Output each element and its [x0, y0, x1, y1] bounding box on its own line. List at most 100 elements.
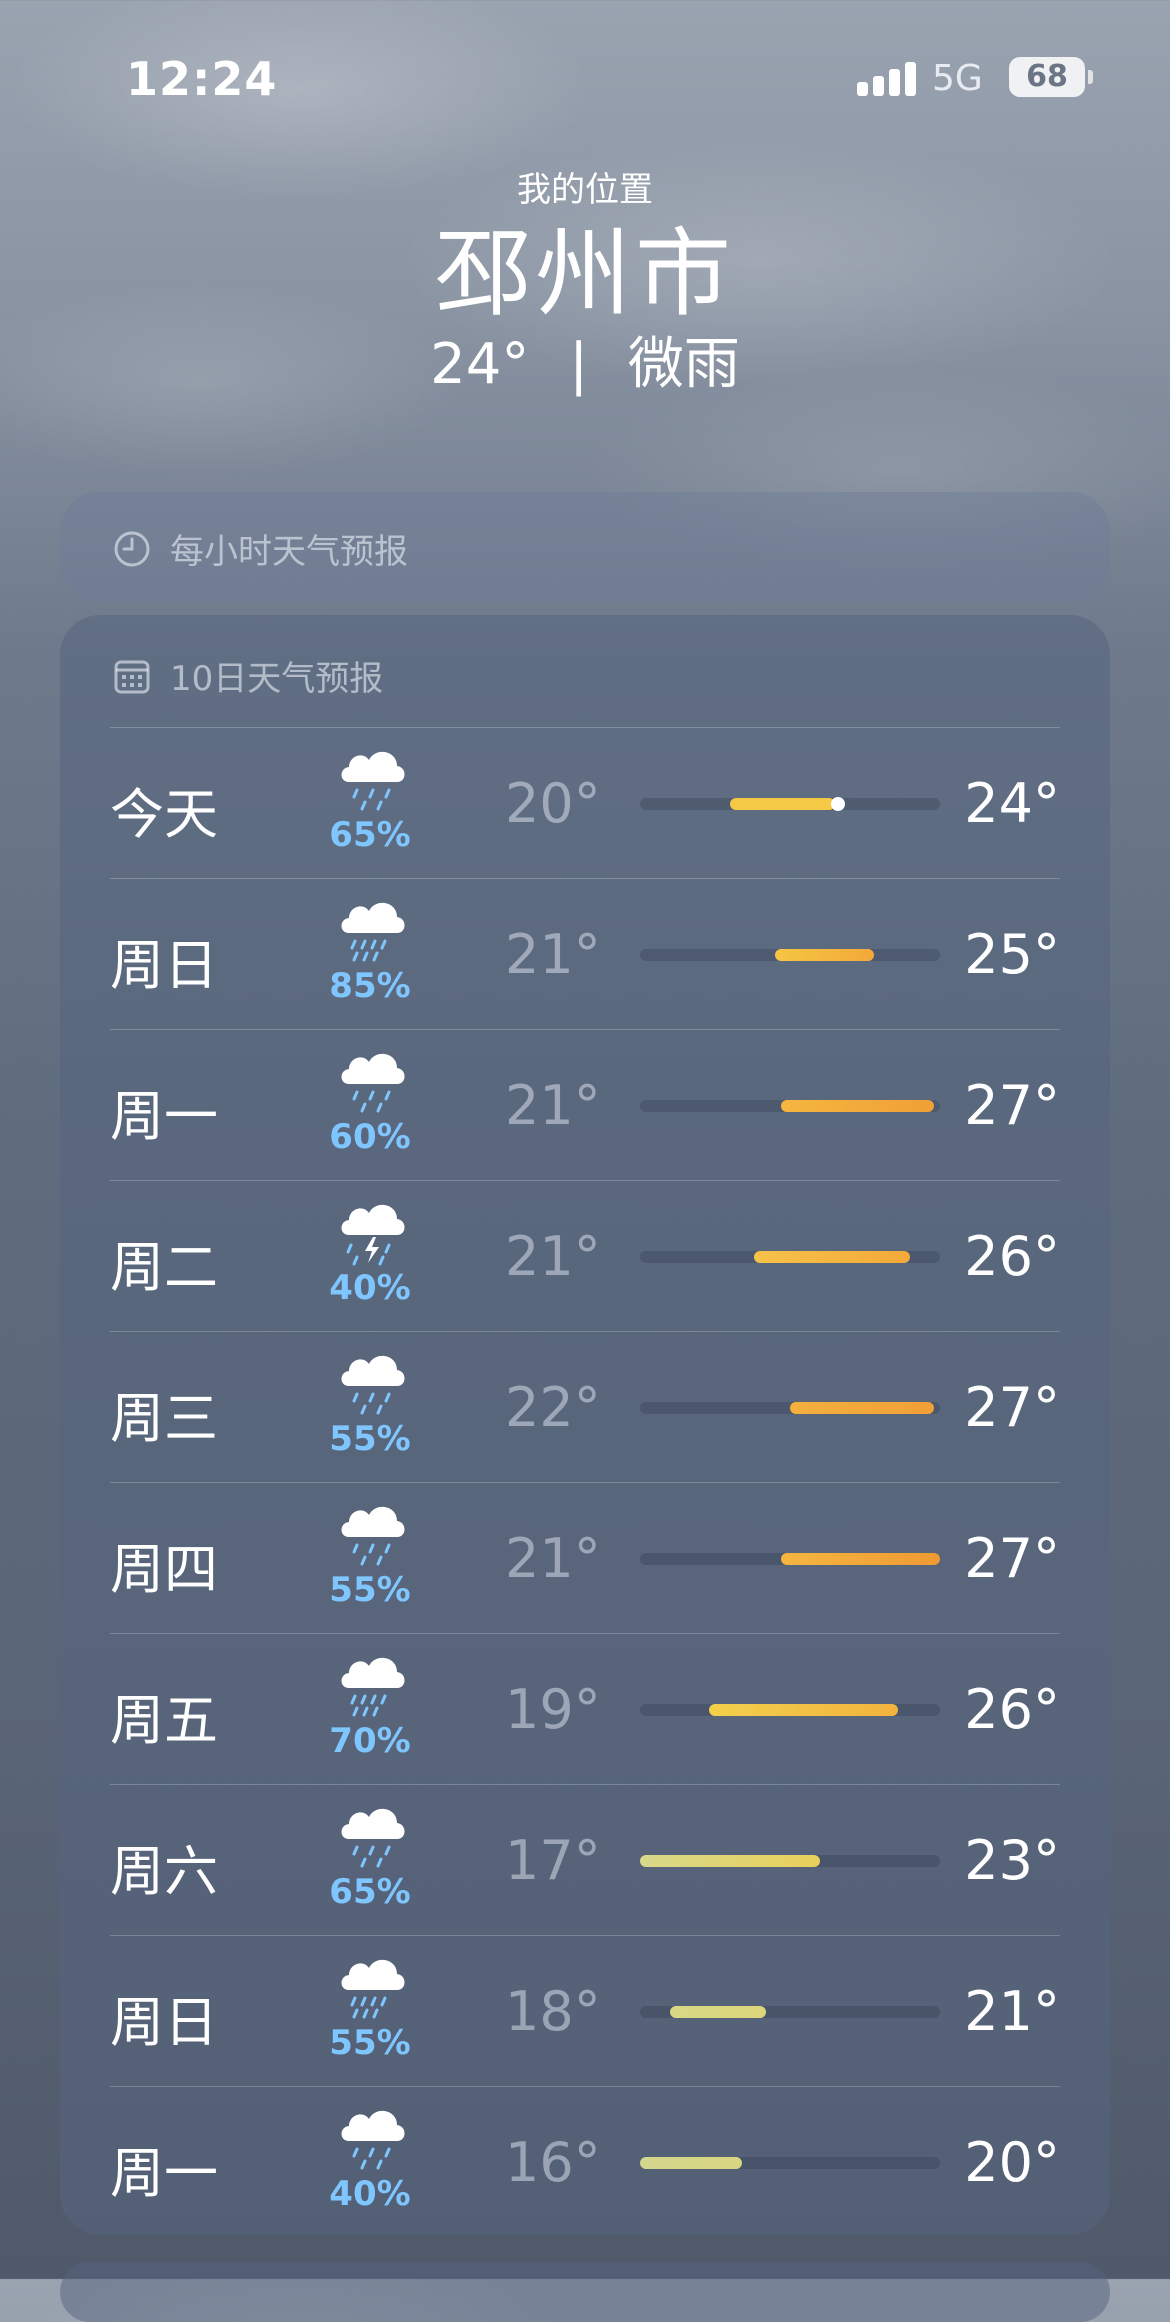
temperature-range-bar	[640, 2006, 940, 2018]
temperature-range-fill	[730, 798, 835, 810]
precipitation-chance: 55%	[329, 2023, 411, 2063]
precipitation-chance: 85%	[329, 966, 411, 1006]
temperature-range-fill	[709, 1704, 898, 1716]
low-temperature: 18°	[505, 1980, 601, 2043]
precipitation-chance: 40%	[329, 1268, 411, 1308]
temperature-range-bar	[640, 1855, 940, 1867]
forecast-day: 周二	[110, 1236, 218, 1299]
forecast-row[interactable]: 周二 40% 21° 26°	[110, 1180, 1060, 1331]
hourly-forecast-card[interactable]: 每小时天气预报	[60, 492, 1110, 602]
cloud-rain-icon	[341, 1053, 405, 1113]
cloud-rain-icon	[341, 2110, 405, 2170]
high-temperature: 27°	[964, 1527, 1060, 1590]
status-bar: 12:24 5G 68	[0, 0, 1170, 150]
cloud-heavy-rain-icon	[341, 1959, 405, 2019]
temperature-range-fill	[640, 1855, 820, 1867]
network-type: 5G	[932, 58, 983, 99]
precipitation-chance: 65%	[329, 815, 411, 855]
low-temperature: 22°	[505, 1376, 601, 1439]
high-temperature: 23°	[964, 1829, 1060, 1892]
temperature-range-fill	[754, 1251, 910, 1263]
temperature-range-fill	[781, 1100, 934, 1112]
current-temperature: 24°	[430, 332, 530, 397]
temperature-range-bar	[640, 797, 940, 811]
temperature-range-bar	[640, 949, 940, 961]
low-temperature: 19°	[505, 1678, 601, 1741]
temperature-range-fill	[781, 1553, 940, 1565]
high-temperature: 21°	[964, 1980, 1060, 2043]
hourly-forecast-header: 每小时天气预报	[112, 524, 408, 573]
cloud-lightning-rain-icon	[341, 1204, 405, 1266]
forecast-row[interactable]: 周日 55% 18° 21°	[110, 1935, 1060, 2086]
cloud-rain-icon	[341, 751, 405, 811]
precipitation-chance: 60%	[329, 1117, 411, 1157]
high-temperature: 25°	[964, 923, 1060, 986]
forecast-row[interactable]: 周一 60% 21° 27°	[110, 1029, 1060, 1180]
forecast-day: 周四	[110, 1538, 218, 1601]
high-temperature: 27°	[964, 1074, 1060, 1137]
low-temperature: 21°	[505, 1074, 601, 1137]
forecast-day: 周六	[110, 1840, 218, 1903]
city-name: 邳州市	[435, 218, 735, 330]
low-temperature: 20°	[505, 772, 601, 835]
ten-day-forecast-card[interactable]: 10日天气预报 今天 65% 20° 24° 周日 85% 21° 25° 周一 60% 21° 27…	[60, 615, 1110, 2235]
forecast-day: 周三	[110, 1387, 218, 1450]
high-temperature: 27°	[964, 1376, 1060, 1439]
forecast-row[interactable]: 周六 65% 17° 23°	[110, 1784, 1060, 1935]
forecast-day: 周日	[110, 1991, 218, 2054]
temperature-range-bar	[640, 1100, 940, 1112]
forecast-day: 周一	[110, 2142, 218, 2205]
location-label: 我的位置	[517, 170, 653, 210]
cloud-rain-icon	[341, 1506, 405, 1566]
forecast-day: 周一	[110, 1085, 218, 1148]
temperature-range-bar	[640, 1704, 940, 1716]
low-temperature: 17°	[505, 1829, 601, 1892]
precipitation-chance: 65%	[329, 1872, 411, 1912]
temperature-range-bar	[640, 1402, 940, 1414]
battery-tip	[1088, 70, 1093, 84]
high-temperature: 26°	[964, 1678, 1060, 1741]
conditions-separator: |	[569, 332, 589, 397]
high-temperature: 20°	[964, 2131, 1060, 2194]
temperature-range-bar	[640, 1553, 940, 1565]
low-temperature: 21°	[505, 1527, 601, 1590]
cloud-rain-icon	[341, 1808, 405, 1868]
cloud-heavy-rain-icon	[341, 1657, 405, 1717]
forecast-row[interactable]: 周三 55% 22° 27°	[110, 1331, 1060, 1482]
battery-icon: 68	[1009, 57, 1085, 97]
forecast-day: 周日	[110, 934, 218, 997]
calendar-icon	[114, 660, 150, 693]
forecast-row[interactable]: 周四 55% 21° 27°	[110, 1482, 1060, 1633]
cellular-signal-icon	[857, 60, 917, 96]
high-temperature: 24°	[964, 772, 1060, 835]
temperature-range-fill	[640, 2157, 742, 2169]
forecast-row[interactable]: 周日 85% 21° 25°	[110, 878, 1060, 1029]
next-card-edge	[60, 2262, 1110, 2322]
low-temperature: 21°	[505, 1225, 601, 1288]
low-temperature: 16°	[505, 2131, 601, 2194]
precipitation-chance: 70%	[329, 1721, 411, 1761]
high-temperature: 26°	[964, 1225, 1060, 1288]
location-header: 我的位置 邳州市 24° | 微雨	[0, 170, 1170, 398]
forecast-day: 今天	[110, 783, 218, 846]
status-time: 12:24	[126, 52, 278, 106]
forecast-row[interactable]: 今天 65% 20° 24°	[110, 727, 1060, 878]
clock-icon	[114, 531, 150, 566]
temperature-range-bar	[640, 2157, 940, 2169]
forecast-day: 周五	[110, 1689, 218, 1752]
current-conditions: 24° | 微雨	[0, 332, 1170, 398]
temperature-range-fill	[670, 2006, 766, 2018]
cloud-heavy-rain-icon	[341, 902, 405, 962]
precipitation-chance: 55%	[329, 1570, 411, 1610]
current-condition-text: 微雨	[627, 332, 740, 397]
precipitation-chance: 40%	[329, 2174, 411, 2214]
forecast-row[interactable]: 周五 70% 19° 26°	[110, 1633, 1060, 1784]
current-temperature-dot	[831, 797, 845, 811]
low-temperature: 21°	[505, 923, 601, 986]
hourly-forecast-title: 每小时天气预报	[170, 532, 408, 572]
precipitation-chance: 55%	[329, 1419, 411, 1459]
temperature-range-fill	[775, 949, 874, 961]
forecast-row[interactable]: 周一 40% 16° 20°	[110, 2086, 1060, 2237]
ten-day-forecast-header: 10日天气预报	[112, 651, 383, 700]
ten-day-forecast-title: 10日天气预报	[170, 659, 384, 699]
